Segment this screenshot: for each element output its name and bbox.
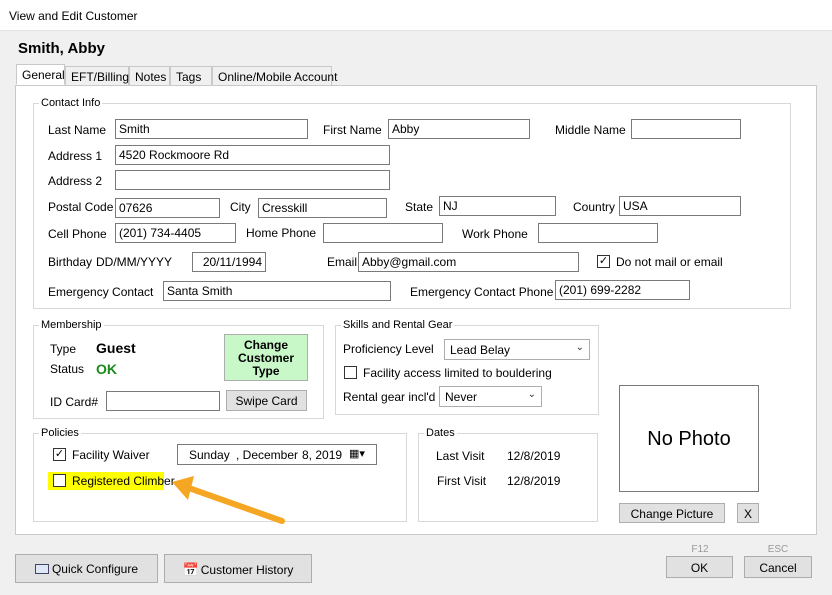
rental-gear-label: Rental gear incl'd xyxy=(343,390,436,404)
arrow-icon xyxy=(172,476,285,524)
cell-phone-field[interactable]: (201) 734-4405 xyxy=(115,223,236,243)
email-label: Email xyxy=(327,255,358,269)
membership-legend: Membership xyxy=(39,319,104,331)
configure-icon xyxy=(34,564,49,574)
cancel-shortcut-hint: ESC xyxy=(767,544,789,555)
remove-picture-button[interactable]: X xyxy=(737,503,759,523)
customer-name: Smith, Abby xyxy=(18,40,105,57)
work-phone-label: Work Phone xyxy=(462,227,528,241)
ok-shortcut-hint: F12 xyxy=(691,544,709,555)
email-field[interactable]: Abby@gmail.com xyxy=(358,252,579,272)
middle-name-label: Middle Name xyxy=(555,123,626,137)
calendar-icon: 📅 xyxy=(182,562,199,577)
proficiency-select[interactable]: Lead Belay ⌄ xyxy=(444,339,590,360)
proficiency-value: Lead Belay xyxy=(450,343,511,357)
quick-configure-button[interactable]: Quick Configure xyxy=(15,554,158,583)
birthday-field[interactable]: 20/11/1994 xyxy=(192,252,266,272)
window-title: View and Edit Customer xyxy=(9,9,138,23)
state-field[interactable]: NJ xyxy=(439,196,556,216)
dates-legend: Dates xyxy=(424,427,457,439)
calendar-icon[interactable]: ▦▾ xyxy=(349,447,365,460)
tab-notes[interactable]: Notes xyxy=(129,66,170,86)
first-visit-value: 12/8/2019 xyxy=(507,474,561,488)
bouldering-checkbox[interactable] xyxy=(344,366,357,379)
address2-field[interactable] xyxy=(115,170,390,190)
skills-legend: Skills and Rental Gear xyxy=(341,319,455,331)
birthday-label: Birthday xyxy=(48,255,93,269)
waiver-date-value: 8, 2019 xyxy=(302,448,343,462)
registered-climber-checkbox[interactable] xyxy=(53,474,66,487)
first-name-field[interactable]: Abby xyxy=(388,119,530,139)
postal-code-field[interactable]: 07626 xyxy=(115,198,220,218)
emergency-phone-field[interactable]: (201) 699-2282 xyxy=(555,280,690,300)
home-phone-label: Home Phone xyxy=(246,226,317,240)
facility-waiver-checkbox[interactable]: ✓ xyxy=(53,448,66,461)
last-visit-label: Last Visit xyxy=(436,449,485,463)
rental-gear-select[interactable]: Never ⌄ xyxy=(439,386,542,407)
tab-general[interactable]: General xyxy=(16,64,65,85)
window-titlebar: View and Edit Customer xyxy=(0,0,832,31)
contact-info-legend: Contact Info xyxy=(39,97,103,109)
annotation-arrow-head xyxy=(172,476,194,500)
postal-code-label: Postal Code xyxy=(48,200,114,214)
membership-status-value: OK xyxy=(96,361,117,377)
first-name-label: First Name xyxy=(323,123,382,137)
cancel-button[interactable]: Cancel xyxy=(744,556,812,578)
chevron-down-icon: ⌄ xyxy=(575,342,584,353)
country-field[interactable]: USA xyxy=(619,196,741,216)
address1-label: Address 1 xyxy=(48,149,103,163)
annotation-arrow-shaft xyxy=(183,484,285,524)
state-label: State xyxy=(405,200,434,214)
waiver-date-day: Sunday xyxy=(189,448,230,462)
id-card-label: ID Card# xyxy=(50,395,99,409)
country-label: Country xyxy=(573,200,616,214)
cell-phone-label: Cell Phone xyxy=(48,227,107,241)
checkmark-icon: ✓ xyxy=(54,448,65,460)
customer-history-label: Customer History xyxy=(200,563,294,577)
id-card-field[interactable] xyxy=(106,391,220,411)
no-photo-text: No Photo xyxy=(647,428,731,450)
rental-gear-value: Never xyxy=(445,390,478,404)
last-name-field[interactable]: Smith xyxy=(115,119,308,139)
type-label: Type xyxy=(50,342,77,356)
facility-waiver-label: Facility Waiver xyxy=(72,448,150,462)
last-name-label: Last Name xyxy=(48,123,107,137)
waiver-date-picker[interactable]: Sunday , December 8, 2019 ▦▾ xyxy=(177,444,377,465)
bouldering-label: Facility access limited to bouldering xyxy=(363,366,552,380)
do-not-mail-label: Do not mail or email xyxy=(616,255,723,269)
swipe-card-button[interactable]: Swipe Card xyxy=(226,390,307,411)
birthday-format-hint: DD/MM/YYYY xyxy=(96,255,173,269)
emergency-contact-label: Emergency Contact xyxy=(48,285,154,299)
do-not-mail-checkbox[interactable]: ✓ xyxy=(597,255,610,268)
tab-tags[interactable]: Tags xyxy=(170,66,212,86)
address2-label: Address 2 xyxy=(48,174,103,188)
registered-climber-label: Registered Climber xyxy=(72,474,175,488)
first-visit-label: First Visit xyxy=(437,474,487,488)
quick-configure-label: Quick Configure xyxy=(51,562,139,576)
policies-legend: Policies xyxy=(39,427,81,439)
membership-type-value: Guest xyxy=(96,340,136,356)
home-phone-field[interactable] xyxy=(323,223,443,243)
city-field[interactable]: Cresskill xyxy=(258,198,387,218)
ok-button[interactable]: OK xyxy=(666,556,733,578)
customer-history-button[interactable]: 📅 Customer History xyxy=(164,554,312,583)
work-phone-field[interactable] xyxy=(538,223,658,243)
change-picture-button[interactable]: Change Picture xyxy=(619,503,725,523)
chevron-down-icon: ⌄ xyxy=(527,389,536,400)
middle-name-field[interactable] xyxy=(631,119,741,139)
checkmark-icon: ✓ xyxy=(598,255,609,267)
proficiency-label: Proficiency Level xyxy=(343,342,434,356)
emergency-contact-field[interactable]: Santa Smith xyxy=(163,281,391,301)
address1-field[interactable]: 4520 Rockmoore Rd xyxy=(115,145,390,165)
last-visit-value: 12/8/2019 xyxy=(507,449,561,463)
tab-eft-billing[interactable]: EFT/Billing xyxy=(65,66,129,86)
change-customer-type-button[interactable]: Change Customer Type xyxy=(224,334,308,381)
city-label: City xyxy=(230,200,251,214)
photo-box: No Photo xyxy=(619,385,759,492)
waiver-date-month: , December xyxy=(236,448,299,462)
status-label: Status xyxy=(50,362,85,376)
tab-online-mobile-account[interactable]: Online/Mobile Account xyxy=(212,66,337,86)
emergency-phone-label: Emergency Contact Phone xyxy=(410,285,554,299)
